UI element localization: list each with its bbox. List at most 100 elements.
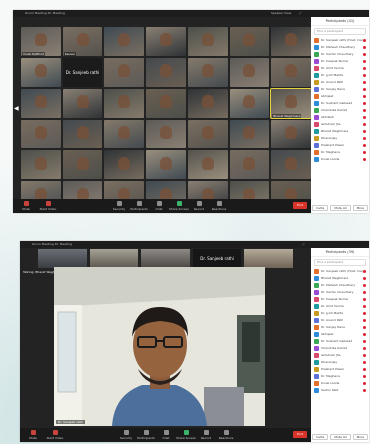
participant-video-tile[interactable] [229, 57, 270, 87]
participant-row[interactable]: Dr. Anand Patil [311, 79, 369, 86]
participant-search-input[interactable]: Find a participant [314, 259, 366, 266]
toolbar-participants-button[interactable]: Participants [135, 429, 157, 440]
participant-video-tile[interactable] [229, 88, 270, 118]
participant-video-tile[interactable] [21, 150, 61, 180]
participant-video-tile[interactable] [146, 27, 186, 56]
toolbar-share-screen-button[interactable]: Share Screen [175, 429, 197, 440]
participant-video-tile[interactable]: Kausal [62, 27, 103, 56]
participant-video-tile[interactable] [229, 119, 270, 149]
prev-page-arrow-icon[interactable]: ◀ [14, 105, 19, 112]
participant-video-tile[interactable] [62, 119, 103, 149]
toolbar-mute-button[interactable]: Mute [15, 200, 37, 211]
participant-video-tile[interactable] [21, 57, 61, 87]
more-button[interactable]: More [352, 434, 368, 440]
speaker-view-button[interactable]: Speaker View [271, 10, 291, 17]
participant-row[interactable]: Abhijeet [311, 331, 369, 338]
participant-row[interactable]: Dr. Deepak Kumar [311, 58, 369, 65]
participant-row[interactable]: Dr. Sushant Gaikwad [311, 338, 369, 345]
participant-row[interactable]: Dr. Anand Patil [311, 317, 369, 324]
participant-row[interactable]: Dr. Jyoti Mehta [311, 72, 369, 79]
thumbnail-video[interactable] [141, 249, 190, 268]
participant-video-tile[interactable] [146, 119, 186, 149]
toolbar-reactions-button[interactable]: Reactions [215, 429, 237, 440]
toolbar-reactions-button[interactable]: Reactions [208, 200, 230, 211]
participant-row[interactable]: Bharat Waghmare [311, 128, 369, 135]
participant-row[interactable]: Chandrika Kamat [311, 345, 369, 352]
participant-row[interactable]: Dr. Sushant Gaikwad [311, 100, 369, 107]
participant-row[interactable]: Dr. Sanjeeb rathi (Host, me) [311, 268, 369, 275]
participant-video-tile[interactable] [271, 27, 311, 56]
participant-video-tile[interactable] [187, 150, 228, 180]
participant-video-tile[interactable] [229, 27, 270, 56]
participant-video-tile[interactable] [21, 88, 61, 118]
toolbar-start-video-button[interactable]: Start Video [44, 429, 66, 440]
toolbar-start-video-button[interactable]: Start Video [37, 200, 59, 211]
invite-button[interactable]: Invite [311, 434, 329, 440]
participant-row[interactable]: Dhananjay [311, 359, 369, 366]
participant-video-tile[interactable] [62, 150, 103, 180]
participant-row[interactable]: Dr. Sanjeeb rathi (Host, me) [311, 37, 369, 44]
participant-video-tile[interactable] [104, 119, 145, 149]
toolbar-chat-button[interactable]: Chat [148, 200, 170, 211]
participant-row[interactable]: Kunal Lande [311, 156, 369, 163]
end-meeting-button[interactable]: End [293, 431, 307, 438]
thumbnail-video[interactable] [38, 249, 87, 268]
participant-row[interactable]: Chandrika Kamat [311, 107, 369, 114]
participant-search-input[interactable]: Find a participant [314, 28, 366, 35]
mute-all-button[interactable]: Mute All [330, 205, 351, 211]
participant-row[interactable]: Dr. Sachin Chaudhary [311, 289, 369, 296]
participant-video-tile[interactable] [187, 57, 228, 87]
participant-video-tile[interactable]: Vivek Ratthod [21, 27, 61, 56]
participant-row[interactable]: Bharat Waghmare [311, 275, 369, 282]
participant-row[interactable]: Abhijeet [311, 93, 369, 100]
participant-row[interactable]: Ashutosh Jha [311, 121, 369, 128]
fullscreen-icon[interactable]: ⤢ [302, 241, 304, 248]
toolbar-chat-button[interactable]: Chat [155, 429, 177, 440]
toolbar-share-screen-button[interactable]: Share Screen [168, 200, 190, 211]
participant-video-tile[interactable] [104, 57, 145, 87]
participant-row[interactable]: Dr. Deepak Kumar [311, 296, 369, 303]
participant-row[interactable]: Dr. Sanjay Rana [311, 86, 369, 93]
toolbar-security-button[interactable]: Security [115, 429, 137, 440]
toolbar-security-button[interactable]: Security [108, 200, 130, 211]
participant-row[interactable]: Ashutosh Jha [311, 352, 369, 359]
participant-video-tile[interactable] [271, 57, 311, 87]
participant-row[interactable]: Dr. Sachin Chaudhary [311, 51, 369, 58]
participant-row[interactable]: Dr. Mahesh Chaudhary [311, 44, 369, 51]
toolbar-mute-button[interactable]: Mute [22, 429, 44, 440]
mute-all-button[interactable]: Mute All [330, 434, 351, 440]
toolbar-record-button[interactable]: Record [195, 429, 217, 440]
participant-video-tile[interactable] [187, 88, 228, 118]
participant-video-tile[interactable] [187, 27, 228, 56]
participant-row[interactable]: Dhananjay [311, 135, 369, 142]
participant-video-tile[interactable] [146, 88, 186, 118]
participant-row[interactable]: Kunal Lande [311, 380, 369, 387]
participant-video-tile[interactable] [104, 150, 145, 180]
participant-row[interactable]: Abhilash [311, 114, 369, 121]
participant-video-tile[interactable] [21, 119, 61, 149]
fullscreen-icon[interactable]: ⤢ [299, 10, 301, 17]
toolbar-participants-button[interactable]: Participants [128, 200, 150, 211]
toolbar-record-button[interactable]: Record [188, 200, 210, 211]
end-meeting-button[interactable]: End [293, 202, 307, 209]
thumbnail-video[interactable] [89, 249, 139, 268]
more-button[interactable]: More [352, 205, 368, 211]
participant-video-tile[interactable] [187, 119, 228, 149]
invite-button[interactable]: Invite [311, 205, 329, 211]
thumbnail-name-only[interactable]: Dr. Sanjeeb rathi [192, 249, 242, 268]
participant-video-tile[interactable] [271, 119, 311, 149]
participant-row[interactable]: Dr. Meghana [311, 373, 369, 380]
participant-row[interactable]: Dr. Mahesh Chaudhary [311, 282, 369, 289]
participant-row[interactable]: Prashant Pawar [311, 142, 369, 149]
participant-video-tile[interactable] [229, 150, 270, 180]
participant-video-tile[interactable] [146, 57, 186, 87]
thumbnail-video[interactable] [244, 249, 293, 268]
participant-video-tile[interactable] [104, 88, 145, 118]
participant-video-tile[interactable] [271, 150, 311, 180]
participant-row[interactable]: Dr. Jyoti Mehta [311, 310, 369, 317]
participant-row[interactable]: Sachin Patil [311, 387, 369, 394]
participant-row[interactable]: Dr. Amit Verma [311, 65, 369, 72]
participant-row[interactable]: Dr. Sanjay Rana [311, 324, 369, 331]
participant-video-tile[interactable] [146, 150, 186, 180]
participant-row[interactable]: Dr. Amit Verma [311, 303, 369, 310]
